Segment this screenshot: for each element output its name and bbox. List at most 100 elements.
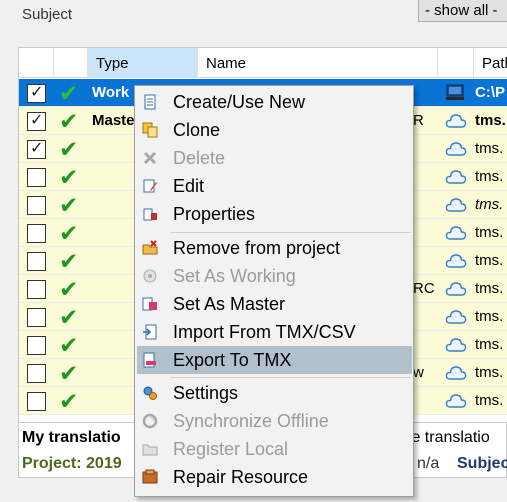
menu-item-register-local[interactable]: Register Local [137, 435, 412, 463]
menu-item-label: Synchronize Offline [173, 411, 329, 431]
computer-icon [444, 83, 466, 103]
row-checkbox[interactable]: ✓ [27, 84, 46, 103]
row-checkbox[interactable] [27, 364, 46, 383]
properties-icon [142, 206, 158, 222]
status-ok-icon: ✔ [59, 136, 79, 162]
row-name [413, 247, 439, 275]
cloud-icon [445, 111, 467, 131]
menu-item-label: Register Local [173, 439, 289, 459]
row-checkbox[interactable]: ✓ [27, 112, 46, 131]
row-path: tms. [475, 252, 504, 269]
menu-item-label: Remove from project [173, 238, 341, 258]
row-checkbox[interactable] [27, 168, 46, 187]
cloud-icon [445, 139, 467, 159]
menu-item-export-to-tmx[interactable]: Export To TMX [137, 346, 412, 374]
status-ok-icon: ✔ [59, 164, 79, 190]
row-name [413, 79, 439, 107]
row-path: tms. [475, 336, 504, 353]
cloud-icon [445, 391, 467, 411]
menu-item-label: Set As Working [173, 266, 296, 286]
status-ok-icon: ✔ [59, 304, 79, 330]
header-name[interactable]: Name [198, 48, 438, 78]
row-path: tms. [475, 196, 504, 213]
menu-item-import-from-tmx-csv[interactable]: Import From TMX/CSV [137, 318, 412, 346]
menu-item-delete[interactable]: Delete [137, 144, 412, 172]
menu-item-label: Import From TMX/CSV [173, 322, 356, 342]
header-checkbox-col[interactable] [19, 48, 54, 78]
row-name [413, 387, 439, 415]
row-path: tms. [475, 364, 504, 381]
row-path: tms. [475, 224, 504, 241]
details-title: My translatio [22, 429, 121, 446]
row-checkbox[interactable] [27, 308, 46, 327]
menu-item-settings[interactable]: Settings [137, 379, 412, 407]
row-name [413, 331, 439, 359]
menu-item-repair-resource[interactable]: Repair Resource [137, 463, 412, 491]
row-name: RC [413, 280, 435, 297]
status-ok-icon: ✔ [59, 192, 79, 218]
row-name [413, 191, 439, 219]
export-icon [142, 352, 158, 368]
row-checkbox[interactable] [27, 252, 46, 271]
menu-item-label: Delete [173, 148, 226, 168]
row-path: tms. [475, 140, 504, 157]
menu-separator [171, 377, 411, 378]
row-path: tms. [475, 392, 504, 409]
cloud-icon [445, 335, 467, 355]
cloud-icon [445, 307, 467, 327]
row-checkbox[interactable] [27, 392, 46, 411]
status-ok-icon: ✔ [59, 388, 79, 414]
working-icon [142, 268, 158, 284]
header-type[interactable]: Type [88, 48, 198, 78]
row-path: tms. [475, 308, 504, 325]
document-icon [142, 94, 158, 110]
sync-icon [142, 413, 158, 429]
row-checkbox[interactable] [27, 280, 46, 299]
settings-icon [142, 385, 158, 401]
row-path: tms. [475, 280, 504, 297]
subject-filter-dropdown[interactable]: - show all - [418, 0, 507, 22]
import-icon [142, 324, 158, 340]
menu-item-create-use-new[interactable]: Create/Use New [137, 88, 412, 116]
row-path: C:\P [475, 84, 505, 101]
subject-label: Subject [22, 6, 73, 23]
checkmark-icon: ✓ [30, 112, 44, 129]
row-name [413, 303, 439, 331]
remove-icon [142, 240, 158, 256]
repair-icon [142, 469, 158, 485]
menu-item-properties[interactable]: Properties [137, 200, 412, 228]
header-location-col[interactable] [438, 48, 474, 78]
header-path[interactable]: Path [474, 48, 507, 78]
master-icon [142, 296, 158, 312]
menu-item-set-as-master[interactable]: Set As Master [137, 290, 412, 318]
menu-item-label: Set As Master [173, 294, 286, 314]
status-ok-icon: ✔ [59, 80, 79, 106]
menu-item-clone[interactable]: Clone [137, 116, 412, 144]
details-subject: Subjec [457, 455, 507, 472]
row-checkbox[interactable] [27, 224, 46, 243]
row-checkbox[interactable] [27, 196, 46, 215]
row-path: tms. [475, 168, 504, 185]
status-ok-icon: ✔ [59, 276, 79, 302]
details-project: Project: 2019 [22, 455, 122, 472]
row-checkbox[interactable]: ✓ [27, 140, 46, 159]
row-name [413, 219, 439, 247]
menu-item-label: Settings [173, 383, 239, 403]
header-status-col[interactable] [54, 48, 88, 78]
menu-item-synchronize-offline[interactable]: Synchronize Offline [137, 407, 412, 435]
menu-item-label: Repair Resource [173, 467, 309, 487]
menu-item-label: Properties [173, 204, 256, 224]
menu-item-set-as-working[interactable]: Set As Working [137, 262, 412, 290]
row-checkbox[interactable] [27, 336, 46, 355]
edit-icon [142, 178, 158, 194]
menu-separator [171, 232, 411, 233]
cloud-icon [445, 251, 467, 271]
context-menu: Create/Use New Clone Delete Edit Properties R… [134, 85, 414, 497]
checkmark-icon: ✓ [30, 140, 44, 157]
menu-item-remove-from-project[interactable]: Remove from project [137, 234, 412, 262]
menu-item-edit[interactable]: Edit [137, 172, 412, 200]
row-path: tms. [475, 112, 506, 129]
cloud-icon [445, 363, 467, 383]
cloud-icon [445, 195, 467, 215]
checkmark-icon: ✓ [30, 84, 44, 101]
